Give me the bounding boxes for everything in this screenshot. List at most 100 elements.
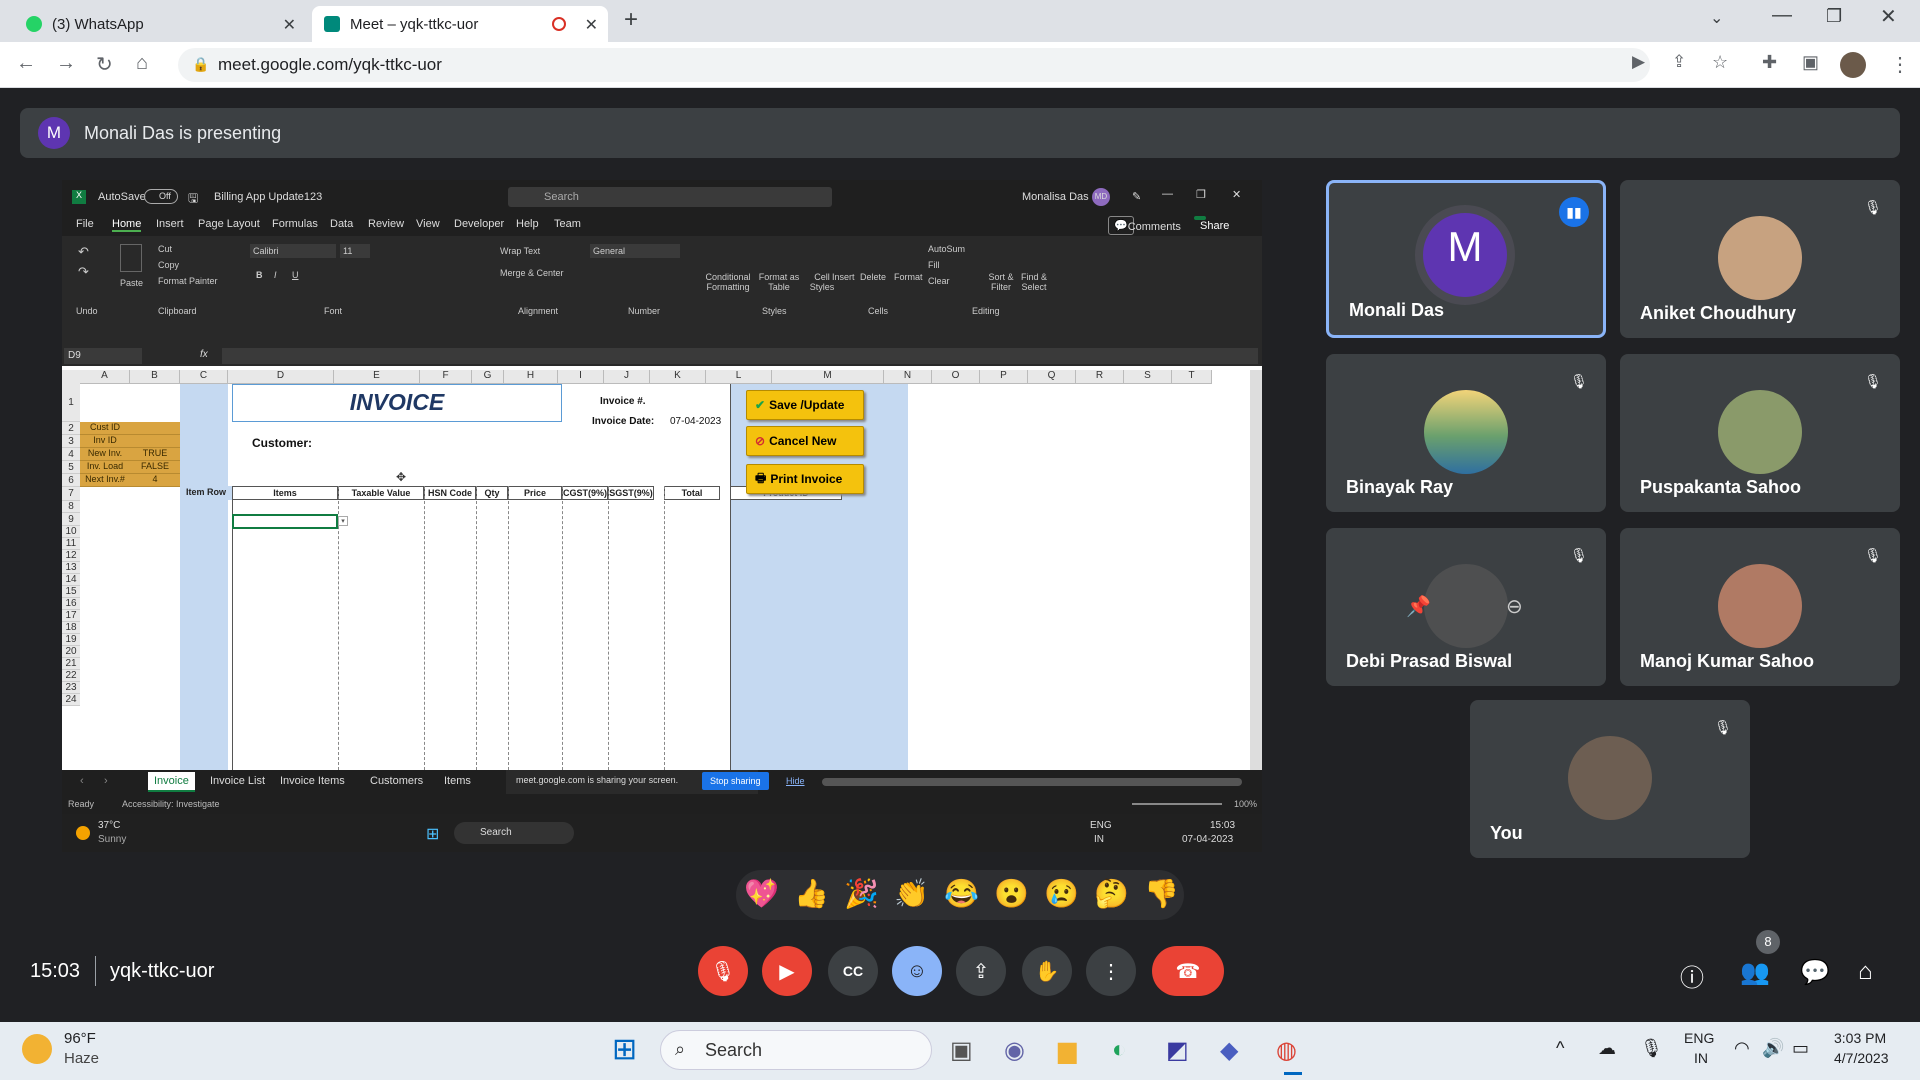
column-header[interactable]: K — [650, 370, 706, 384]
edge-icon[interactable]: ◐ — [1112, 1036, 1127, 1064]
helper-value-cell[interactable]: TRUE — [130, 448, 180, 461]
home-icon[interactable]: ⌂ — [136, 52, 148, 75]
fx-icon[interactable]: fx — [200, 349, 208, 360]
row-header[interactable]: 14 — [62, 574, 80, 586]
minimize-button[interactable]: — — [1162, 188, 1173, 200]
file-name[interactable]: Billing App Update123 — [214, 191, 322, 203]
selected-cell-d9[interactable] — [232, 514, 338, 529]
column-header[interactable]: M — [772, 370, 884, 384]
participant-tile-manoj[interactable]: 🎙 Manoj Kumar Sahoo — [1620, 528, 1900, 686]
row-header[interactable]: 9 — [62, 513, 80, 526]
helper-value-cell[interactable]: 4 — [130, 474, 180, 487]
column-header[interactable]: R — [1076, 370, 1124, 384]
reaction-clap[interactable]: 👏 — [894, 877, 929, 910]
row-header[interactable]: 10 — [62, 526, 80, 538]
horizontal-scrollbar[interactable] — [822, 778, 1242, 786]
helper-value-cell[interactable] — [130, 435, 180, 448]
column-header[interactable]: G — [472, 370, 504, 384]
column-header[interactable]: F — [420, 370, 472, 384]
sort-filter-button[interactable]: Sort & Filter — [986, 272, 1016, 292]
number-format-select[interactable]: General — [590, 244, 680, 258]
format-painter-button[interactable]: Format Painter — [158, 276, 218, 286]
helper-label-cell[interactable]: Next Inv.# — [80, 474, 130, 487]
redo-icon[interactable]: ↷ — [78, 264, 89, 280]
clock-time[interactable]: 3:03 PM — [1834, 1030, 1886, 1046]
row-header[interactable]: 3 — [62, 435, 80, 448]
chrome-icon[interactable]: ◍ — [1276, 1036, 1297, 1065]
column-header[interactable]: D — [228, 370, 334, 384]
autosave-toggle[interactable]: Off — [144, 189, 178, 204]
helper-label-cell[interactable]: Inv. Load — [80, 461, 130, 474]
app-icon[interactable]: ◆ — [1220, 1036, 1238, 1065]
row-header[interactable]: 11 — [62, 538, 80, 550]
sheet-next-icon[interactable]: › — [104, 775, 108, 787]
bookmark-star-icon[interactable]: ☆ — [1712, 52, 1728, 73]
share-button[interactable]: Share — [1194, 216, 1229, 232]
reaction-thumbs-down[interactable]: 👎 — [1144, 877, 1179, 910]
raise-hand-button[interactable]: ✋ — [1022, 946, 1072, 996]
format-cells-button[interactable]: Format — [894, 272, 923, 282]
autosum-button[interactable]: AutoSum — [928, 244, 965, 254]
column-header[interactable]: A — [80, 370, 130, 384]
file-explorer-icon[interactable]: ▆ — [1058, 1036, 1076, 1065]
menu-dots-icon[interactable]: ⋮ — [1890, 52, 1910, 77]
save-icon[interactable]: 🖫 — [188, 189, 198, 210]
reaction-party[interactable]: 🎉 — [844, 877, 879, 910]
column-header[interactable]: H — [504, 370, 558, 384]
helper-label-cell[interactable]: Cust ID — [80, 422, 130, 435]
menu-review[interactable]: Review — [368, 218, 404, 230]
reaction-laugh[interactable]: 😂 — [944, 877, 979, 910]
row-header[interactable]: 8 — [62, 501, 80, 513]
reload-icon[interactable]: ↻ — [96, 52, 113, 77]
row-header[interactable]: 7 — [62, 487, 80, 501]
conditional-formatting-button[interactable]: Conditional Formatting — [702, 272, 754, 292]
share-icon[interactable]: ⇪ — [1672, 52, 1686, 72]
column-header[interactable]: I — [558, 370, 604, 384]
forward-icon[interactable]: → — [56, 52, 76, 75]
wifi-icon[interactable]: ◠ — [1734, 1038, 1750, 1059]
row-header[interactable]: 16 — [62, 598, 80, 610]
fill-button[interactable]: Fill — [928, 260, 940, 270]
dropdown-arrow-icon[interactable]: ▾ — [338, 516, 348, 526]
battery-icon[interactable]: ▭ — [1792, 1038, 1809, 1059]
show-hidden-icon[interactable]: ^ — [1556, 1038, 1564, 1059]
menu-team[interactable]: Team — [554, 218, 581, 230]
row-header[interactable]: 18 — [62, 622, 80, 634]
hide-button[interactable]: Hide — [786, 776, 805, 786]
italic-button[interactable]: I — [274, 270, 277, 280]
captions-button[interactable]: CC — [828, 946, 878, 996]
insert-cells-button[interactable]: Insert — [832, 272, 855, 282]
reaction-heart[interactable]: 💖 — [744, 877, 779, 910]
column-header[interactable]: E — [334, 370, 420, 384]
participant-tile-binayak[interactable]: 🎙 Binayak Ray — [1326, 354, 1606, 512]
menu-formulas[interactable]: Formulas — [272, 218, 318, 230]
delete-cells-button[interactable]: Delete — [860, 272, 886, 282]
sheet-tab-items[interactable]: Items — [444, 775, 471, 787]
column-header[interactable]: L — [706, 370, 772, 384]
column-header[interactable]: S — [1124, 370, 1172, 384]
address-bar[interactable]: 🔒 meet.google.com/yqk-ttkc-uor — [178, 48, 1650, 82]
reaction-thinking[interactable]: 🤔 — [1094, 877, 1129, 910]
restore-button[interactable]: ❐ — [1826, 6, 1842, 27]
teams-icon[interactable]: ◉ — [1004, 1036, 1025, 1065]
merge-center-button[interactable]: Merge & Center — [500, 268, 564, 278]
reaction-surprised[interactable]: 😮 — [994, 877, 1029, 910]
underline-button[interactable]: U — [292, 270, 299, 280]
bold-button[interactable]: B — [256, 270, 263, 280]
taskbar-search[interactable]: ⌕ Search — [660, 1030, 932, 1070]
restore-button[interactable]: ❐ — [1196, 188, 1206, 201]
sheet-tab-invoice[interactable]: Invoice — [148, 772, 195, 792]
row-header[interactable]: 13 — [62, 562, 80, 574]
row-header[interactable]: 4 — [62, 448, 80, 461]
participant-tile-puspakanta[interactable]: 🎙 Puspakanta Sahoo — [1620, 354, 1900, 512]
wrap-text-button[interactable]: Wrap Text — [500, 246, 540, 256]
clock-date[interactable]: 4/7/2023 — [1834, 1050, 1889, 1066]
close-icon[interactable]: ✕ — [585, 15, 598, 35]
row-header[interactable]: 19 — [62, 634, 80, 646]
participant-tile-debi[interactable]: 📌 ⊖ 🎙 Debi Prasad Biswal — [1326, 528, 1606, 686]
row-header[interactable]: 2 — [62, 422, 80, 435]
paste-label[interactable]: Paste — [120, 278, 143, 288]
extensions-icon[interactable]: ✚ — [1762, 52, 1777, 73]
leave-call-button[interactable]: ☎ — [1152, 946, 1224, 996]
helper-value-cell[interactable] — [130, 422, 180, 435]
